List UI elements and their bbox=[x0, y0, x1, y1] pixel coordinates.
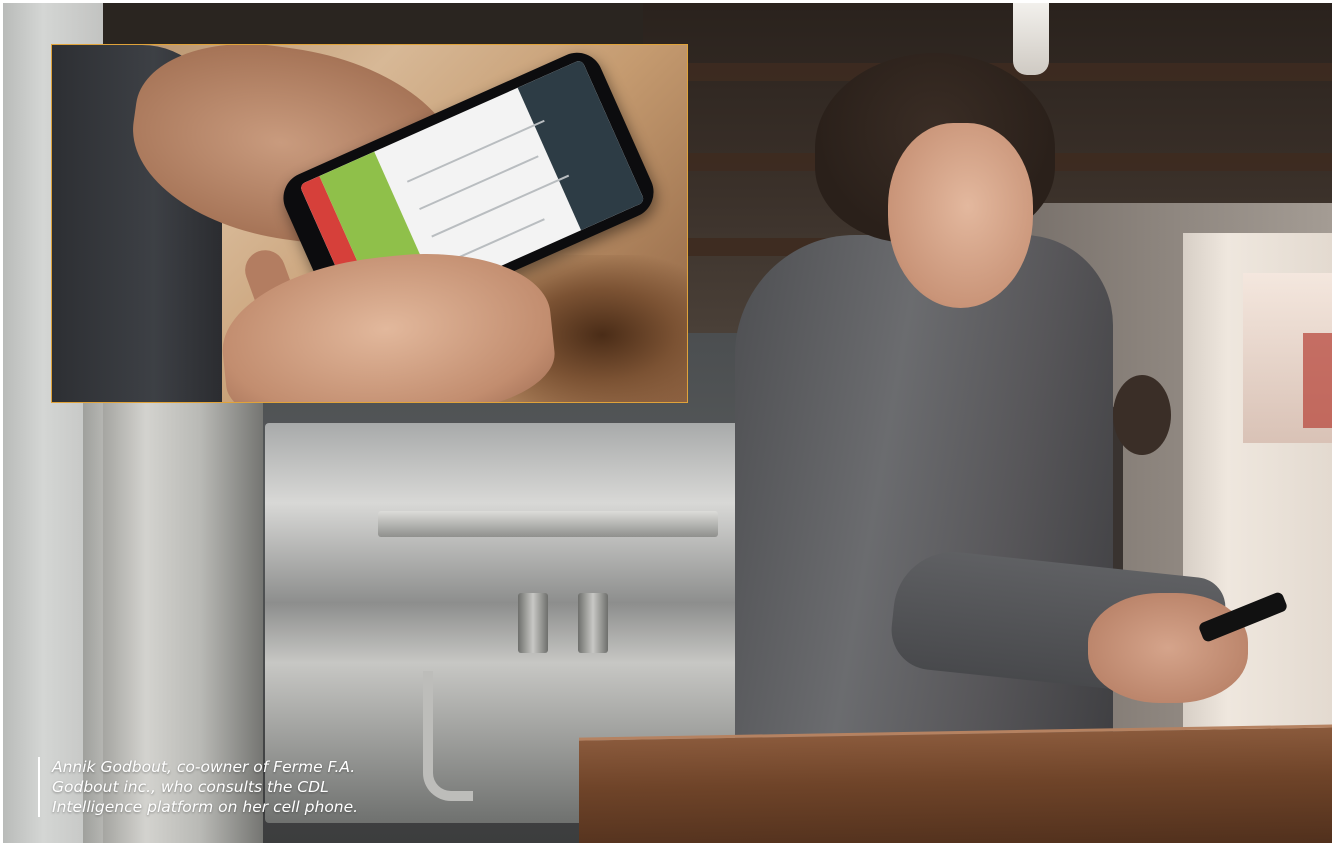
photo-caption: Annik Godbout, co-owner of Ferme F.A. Go… bbox=[38, 757, 452, 817]
caption-line: Annik Godbout, co-owner of Ferme F.A. bbox=[52, 758, 356, 776]
wooden-counter bbox=[579, 724, 1332, 843]
light-bulb bbox=[1013, 3, 1049, 75]
caption-line: Godbout inc., who consults the CDL bbox=[52, 778, 329, 796]
person-hands bbox=[1088, 593, 1248, 703]
caption-line: Intelligence platform on her cell phone. bbox=[52, 798, 359, 816]
machine-top bbox=[378, 511, 718, 537]
person-face bbox=[888, 123, 1033, 308]
inset-photo bbox=[51, 44, 688, 403]
app-header bbox=[517, 59, 646, 231]
machine-spout bbox=[578, 593, 608, 653]
hanging-hat bbox=[1113, 375, 1171, 455]
machine-spout bbox=[518, 593, 548, 653]
red-sign bbox=[1303, 333, 1332, 428]
